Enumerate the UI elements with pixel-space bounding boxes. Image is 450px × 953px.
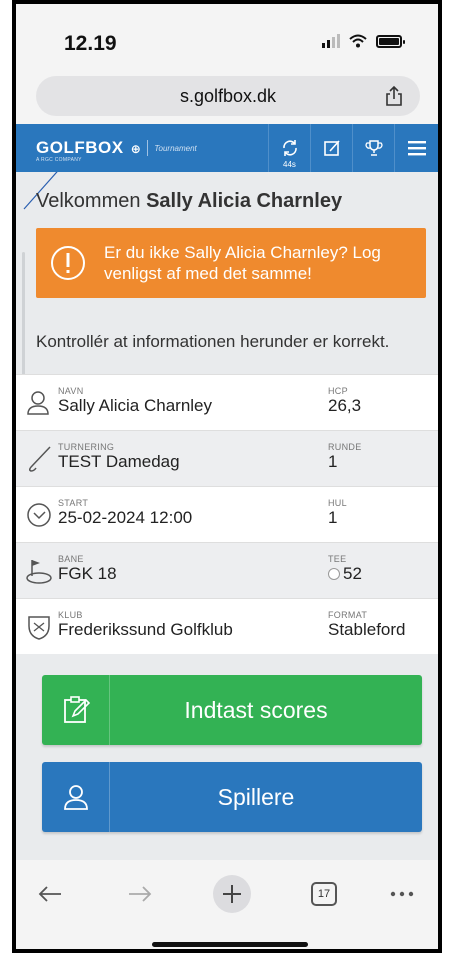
status-time: 12.19 [64, 32, 117, 55]
arrow-left-icon [38, 886, 61, 902]
cell-label: TURNERING [58, 442, 115, 452]
cell-label: FORMAT [328, 610, 368, 620]
plus-icon [213, 875, 251, 913]
signal-icon [322, 34, 340, 48]
scorecard-button[interactable] [310, 124, 352, 172]
more-dots-icon [390, 891, 414, 897]
info-row-start: START 25-02-2024 12:00 HUL 1 [16, 486, 438, 542]
cell-value: 1 [328, 508, 338, 527]
cell-label: START [58, 498, 89, 508]
logo-subtitle: A RGC COMPANY [36, 157, 82, 163]
app-header: GOLFBOX ⊕ A RGC COMPANY Tournament 44s [16, 124, 438, 172]
tee-value: 52 [343, 564, 362, 583]
enter-scores-button[interactable]: Indtast scores [42, 675, 422, 745]
back-button[interactable] [30, 876, 70, 912]
welcome-prefix: Velkommen [36, 190, 147, 212]
alert-text: Er du ikke Sally Alicia Charnley? Log ve… [104, 243, 381, 283]
menu-button[interactable] [394, 124, 438, 172]
tabs-button[interactable]: 17 [304, 876, 344, 912]
welcome-name: Sally Alicia Charnley [146, 190, 343, 212]
home-indicator [152, 942, 308, 947]
cell-label: HUL [328, 498, 347, 508]
browser-address-area: s.golfbox.dk [16, 68, 438, 124]
logo-divider [147, 140, 149, 156]
logo-mark-icon: ⊕ [130, 142, 142, 156]
cell-value: Sally Alicia Charnley [58, 396, 213, 415]
cell-value: FGK 18 [58, 564, 117, 583]
cell-value: Stableford [328, 620, 406, 639]
players-label: Spillere [217, 783, 295, 810]
cell-value: 25-02-2024 12:00 [58, 508, 193, 527]
cell-value: 1 [328, 452, 338, 471]
header-actions: 44s [268, 124, 438, 172]
new-tab-button[interactable] [212, 875, 252, 913]
url-text: s.golfbox.dk [179, 85, 277, 106]
cell-value: Frederikssund Golfklub [58, 620, 233, 639]
player-info-table: NAVN Sally Alicia Charnley HCP 26,3 TURNER… [16, 374, 438, 654]
battery-icon [376, 34, 405, 48]
status-icons [322, 34, 405, 48]
cell-label: TEE [328, 554, 347, 564]
identity-alert: Er du ikke Sally Alicia Charnley? Log ve… [36, 228, 426, 298]
flag-green-icon [26, 559, 52, 584]
leaderboard-button[interactable] [352, 124, 394, 172]
info-row-tournament: TURNERING TEST Damedag RUNDE 1 [16, 430, 438, 486]
players-icon-box [42, 762, 110, 832]
section-label: Tournament [154, 143, 197, 153]
golfbox-logo[interactable]: GOLFBOX ⊕ A RGC COMPANY [36, 138, 142, 163]
cell-label: NAVN [58, 386, 84, 396]
sync-count: 44s [283, 160, 296, 169]
clock-icon [27, 502, 51, 527]
trophy-icon [364, 140, 383, 156]
forward-button[interactable] [120, 876, 160, 912]
hamburger-icon [407, 141, 426, 156]
person-icon [63, 785, 88, 810]
person-icon [27, 390, 49, 415]
info-row-club: KLUB Frederikssund Golfklub FORMAT Stablef… [16, 598, 438, 654]
cell-value: TEST Damedag [58, 452, 180, 471]
scorecard-icon [323, 140, 340, 156]
exclamation-icon [51, 246, 85, 280]
club-crest-icon [28, 615, 50, 640]
players-button[interactable]: Spillere [42, 762, 422, 832]
golf-club-icon [28, 445, 51, 472]
info-row-course: BANE FGK 18 TEE 52 [16, 542, 438, 598]
wifi-icon [349, 34, 367, 48]
cell-value: 26,3 [328, 396, 362, 415]
share-icon[interactable] [384, 85, 404, 107]
enter-scores-label: Indtast scores [184, 696, 328, 723]
sync-icon [282, 140, 297, 156]
enter-scores-icon-box [42, 675, 110, 745]
logo-text: GOLFBOX [36, 138, 124, 157]
browser-toolbar: 17 [16, 860, 438, 949]
instruction-text: Kontrollér at informationen herunder er … [36, 332, 390, 351]
more-button[interactable] [382, 876, 422, 912]
cell-value: 52 [328, 564, 362, 584]
clipboard-edit-icon [63, 696, 90, 723]
cell-label: HCP [328, 386, 348, 396]
cell-label: BANE [58, 554, 84, 564]
status-bar: 12.19 [16, 4, 438, 68]
cell-label: KLUB [58, 610, 83, 620]
sync-button[interactable]: 44s [268, 124, 310, 172]
url-bar[interactable]: s.golfbox.dk [36, 76, 420, 116]
phone-frame: 12.19 s.golfbox.dk GOLFBOX ⊕ A RGC COMPA… [12, 0, 442, 953]
tabs-count: 17 [311, 882, 337, 906]
info-row-name: NAVN Sally Alicia Charnley HCP 26,3 [16, 374, 438, 430]
welcome-heading: Velkommen Sally Alicia Charnley [36, 190, 342, 213]
cell-label: RUNDE [328, 442, 362, 452]
arrow-right-icon [129, 886, 152, 902]
tee-color-icon [328, 568, 340, 580]
